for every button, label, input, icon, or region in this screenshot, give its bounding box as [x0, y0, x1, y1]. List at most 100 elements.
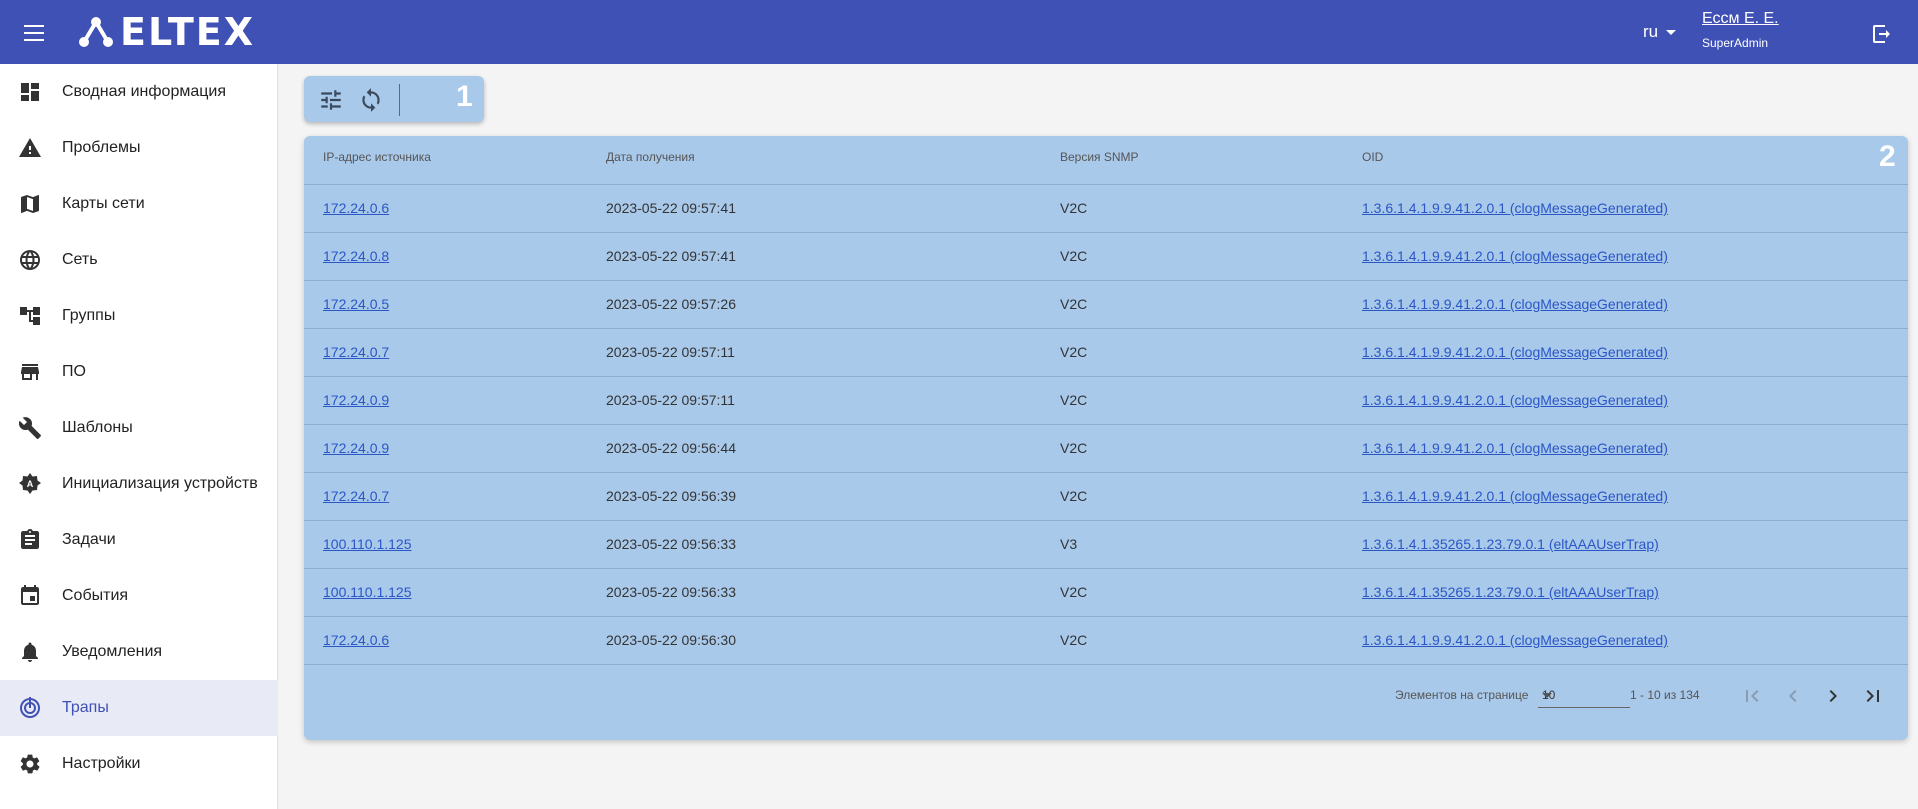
cell-date: 2023-05-22 09:56:33 — [606, 584, 736, 600]
table-row[interactable]: 172.24.0.8 2023-05-22 09:57:41 V2C 1.3.6.1.… — [304, 232, 1908, 280]
sidebar-item-label: Сводная информация — [62, 83, 226, 100]
sidebar-item-12[interactable]: Настройки — [0, 736, 278, 792]
cell-date: 2023-05-22 09:56:39 — [606, 488, 736, 504]
cell-ip-link[interactable]: 172.24.0.7 — [323, 488, 389, 504]
cell-snmp: V3 — [1060, 536, 1078, 552]
table-row[interactable]: 172.24.0.7 2023-05-22 09:57:11 V2C 1.3.6.1.… — [304, 328, 1908, 376]
cell-date: 2023-05-22 09:57:41 — [606, 248, 736, 264]
cell-ip-link[interactable]: 172.24.0.6 — [323, 632, 389, 648]
cell-ip-link[interactable]: 100.110.1.125 — [323, 536, 412, 552]
cell-oid-link[interactable]: 1.3.6.1.4.1.35265.1.23.79.0.1 (eltAAAUse… — [1362, 536, 1659, 552]
cell-oid-link[interactable]: 1.3.6.1.4.1.9.9.41.2.0.1 (clogMessageGen… — [1362, 296, 1668, 312]
sidebar-item-9[interactable]: События — [0, 568, 278, 624]
cell-oid-link[interactable]: 1.3.6.1.4.1.9.9.41.2.0.1 (clogMessageGen… — [1362, 440, 1668, 456]
previous-page-icon[interactable] — [1781, 684, 1805, 708]
cell-snmp: V2C — [1060, 392, 1088, 408]
logo-text: ELTEX — [120, 10, 256, 54]
sidebar-item-7[interactable]: A Инициализация устройств — [0, 456, 278, 512]
cell-date: 2023-05-22 09:57:11 — [606, 392, 735, 408]
cell-date: 2023-05-22 09:57:41 — [606, 200, 736, 216]
table-row[interactable]: 172.24.0.6 2023-05-22 09:56:30 V2C 1.3.6.1.… — [304, 616, 1908, 664]
table-row[interactable]: 100.110.1.125 2023-05-22 09:56:33 V3 1.3.6.… — [304, 520, 1908, 568]
store-icon — [21, 364, 39, 380]
tune-icon[interactable] — [318, 87, 344, 113]
cell-oid-link[interactable]: 1.3.6.1.4.1.9.9.41.2.0.1 (clogMessageGen… — [1362, 200, 1668, 216]
table-row[interactable]: 172.24.0.9 2023-05-22 09:56:44 V2C 1.3.6.1.… — [304, 424, 1908, 472]
user-name-link[interactable]: Ессм Е. Е. — [1702, 10, 1779, 28]
sidebar-item-label: Трапы — [62, 699, 109, 716]
sidebar-item-label: Настройки — [62, 755, 141, 772]
cell-snmp: V2C — [1060, 632, 1088, 648]
cell-snmp: V2C — [1060, 200, 1088, 216]
cell-oid-link[interactable]: 1.3.6.1.4.1.9.9.41.2.0.1 (clogMessageGen… — [1362, 392, 1668, 408]
page-range: 1 - 10 из 134 — [1630, 688, 1700, 702]
cell-oid-link[interactable]: 1.3.6.1.4.1.9.9.41.2.0.1 (clogMessageGen… — [1362, 488, 1668, 504]
sidebar-item-label: Уведомления — [62, 643, 163, 660]
first-page-icon[interactable] — [1740, 684, 1764, 708]
cell-snmp: V2C — [1060, 344, 1088, 360]
cell-ip-link[interactable]: 172.24.0.6 — [323, 200, 389, 216]
gear-icon — [20, 754, 40, 774]
cell-ip-link[interactable]: 172.24.0.8 — [323, 248, 389, 264]
user-role: SuperAdmin — [1702, 36, 1769, 50]
cell-oid-link[interactable]: 1.3.6.1.4.1.9.9.41.2.0.1 (clogMessageGen… — [1362, 248, 1668, 264]
column-header-snmp[interactable]: Версия SNMP — [1060, 150, 1139, 164]
sidebar-item-4[interactable]: Группы — [0, 288, 278, 344]
column-header-oid[interactable]: OID — [1362, 150, 1383, 164]
chevron-down-icon — [1666, 29, 1677, 35]
cell-snmp: V2C — [1060, 488, 1088, 504]
svg-text:A: A — [27, 479, 34, 489]
cell-ip-link[interactable]: 172.24.0.7 — [323, 344, 389, 360]
sidebar-item-5[interactable]: ПО — [0, 344, 278, 400]
column-header-ip[interactable]: IP-адрес источника — [323, 150, 431, 164]
globe-icon — [20, 250, 40, 270]
sidebar-item-8[interactable]: Задачи — [0, 512, 278, 568]
eltex-logo[interactable]: ELTEX — [76, 10, 256, 54]
logout-icon[interactable] — [1870, 22, 1894, 46]
language-select[interactable]: ru — [1643, 22, 1677, 42]
sidebar-item-10[interactable]: Уведомления — [0, 624, 278, 680]
top-app-bar: ELTEX ru Ессм Е. Е. SuperAdmin — [0, 0, 1918, 64]
cell-oid-link[interactable]: 1.3.6.1.4.1.35265.1.23.79.0.1 (eltAAAUse… — [1362, 584, 1659, 600]
sidebar-item-label: События — [62, 587, 129, 604]
cell-oid-link[interactable]: 1.3.6.1.4.1.9.9.41.2.0.1 (clogMessageGen… — [1362, 344, 1668, 360]
sidebar-item-label: Карты сети — [62, 195, 145, 212]
refresh-icon[interactable] — [358, 87, 384, 113]
sidebar-item-label: Инициализация устройств — [62, 475, 258, 492]
cell-date: 2023-05-22 09:57:11 — [606, 344, 735, 360]
sidebar-item-0[interactable]: Сводная информация — [0, 64, 278, 120]
sidebar-item-3[interactable]: Сеть — [0, 232, 278, 288]
per-page-select[interactable]: 10 — [1538, 682, 1630, 708]
table-row[interactable]: 172.24.0.5 2023-05-22 09:57:26 V2C 1.3.6.1.… — [304, 280, 1908, 328]
cell-ip-link[interactable]: 172.24.0.5 — [323, 296, 389, 312]
last-page-icon[interactable] — [1861, 684, 1885, 708]
cell-ip-link[interactable]: 172.24.0.9 — [323, 392, 389, 408]
cell-ip-link[interactable]: 100.110.1.125 — [323, 584, 412, 600]
menu-icon[interactable] — [18, 20, 50, 48]
sidebar: Сводная информация Проблемы Карты сети Сеть… — [0, 64, 278, 809]
table-row[interactable]: 100.110.1.125 2023-05-22 09:56:33 V2C 1.3.6… — [304, 568, 1908, 616]
toolbar-divider — [399, 84, 400, 116]
table-row[interactable]: 172.24.0.9 2023-05-22 09:57:11 V2C 1.3.6.1.… — [304, 376, 1908, 424]
sidebar-item-11[interactable]: Трапы — [0, 680, 278, 736]
toolbar: 1 — [304, 76, 484, 122]
chevron-down-icon — [1542, 693, 1552, 698]
bell-icon — [22, 642, 38, 662]
sidebar-item-label: Группы — [62, 307, 116, 324]
table-footer-divider — [304, 664, 1908, 665]
next-page-icon[interactable] — [1821, 684, 1845, 708]
sidebar-item-label: Задачи — [62, 531, 116, 548]
language-value: ru — [1643, 22, 1659, 41]
sidebar-item-label: Проблемы — [62, 139, 141, 156]
cell-oid-link[interactable]: 1.3.6.1.4.1.9.9.41.2.0.1 (clogMessageGen… — [1362, 632, 1668, 648]
column-header-date[interactable]: Дата получения — [606, 150, 695, 164]
cell-ip-link[interactable]: 172.24.0.9 — [323, 440, 389, 456]
sidebar-item-1[interactable]: Проблемы — [0, 120, 278, 176]
table-row[interactable]: 172.24.0.6 2023-05-22 09:57:41 V2C 1.3.6.1.… — [304, 184, 1908, 232]
cell-date: 2023-05-22 09:57:26 — [606, 296, 736, 312]
table-row[interactable]: 172.24.0.7 2023-05-22 09:56:39 V2C 1.3.6.1.… — [304, 472, 1908, 520]
sidebar-item-6[interactable]: Шаблоны — [0, 400, 278, 456]
annotation-marker-1: 1 — [456, 80, 473, 113]
gear-badge-icon: A — [19, 473, 41, 494]
sidebar-item-2[interactable]: Карты сети — [0, 176, 278, 232]
